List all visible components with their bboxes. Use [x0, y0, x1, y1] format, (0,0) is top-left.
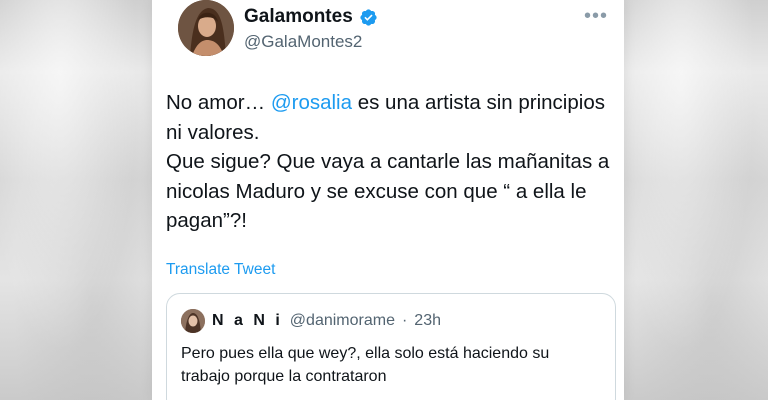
mention-link[interactable]: @rosalia [271, 91, 352, 114]
author-handle[interactable]: @GalaMontes2 [244, 32, 362, 52]
quoted-tweet-header: N a N i @danimorame · 23h [181, 309, 441, 333]
quoted-author-name: N a N i [212, 312, 283, 329]
author-name-row: Galamontes [244, 6, 378, 28]
quoted-tweet-text: Pero pues ella que wey?, ella solo está … [181, 345, 550, 385]
author-avatar[interactable] [178, 0, 234, 56]
quoted-avatar-image-icon [181, 309, 205, 333]
tweet-text: No amor… @rosalia es una artista sin pri… [166, 88, 618, 236]
quoted-author-handle: @danimorame [289, 312, 395, 329]
quoted-timestamp: 23h [414, 312, 441, 329]
blurred-background-left [0, 0, 152, 400]
translate-tweet-link[interactable]: Translate Tweet [166, 261, 275, 279]
quoted-separator: · [401, 312, 408, 329]
tweet-text-part1: No amor… [166, 91, 271, 114]
tweet-header: Galamontes @GalaMontes2 ••• [166, 0, 618, 58]
avatar-image-icon [178, 0, 234, 56]
blurred-background-right [624, 0, 768, 400]
quoted-author-avatar [181, 309, 205, 333]
quoted-tweet[interactable]: N a N i @danimorame · 23h Pero pues ella q… [166, 293, 616, 400]
more-options-icon[interactable]: ••• [584, 6, 608, 26]
author-display-name[interactable]: Galamontes [244, 6, 353, 28]
tweet-card: Galamontes @GalaMontes2 ••• No amor… @ro… [152, 0, 624, 400]
verified-badge-icon[interactable] [359, 8, 378, 27]
